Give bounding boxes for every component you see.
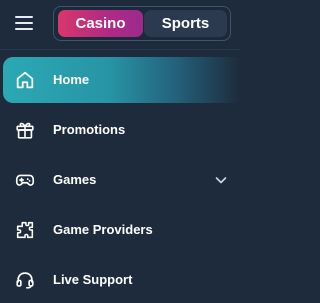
sidebar-item-games[interactable]: Games bbox=[3, 157, 240, 203]
sidebar-item-label: Home bbox=[53, 72, 90, 87]
headset-icon bbox=[16, 272, 34, 289]
sidebar-item-promotions[interactable]: Promotions bbox=[3, 107, 240, 153]
top-bar: Casino Sports bbox=[0, 0, 240, 48]
home-icon bbox=[16, 71, 34, 89]
puzzle-icon bbox=[16, 221, 34, 239]
sidebar-item-game-providers[interactable]: Game Providers bbox=[3, 207, 240, 253]
sidebar-item-label: Games bbox=[53, 172, 97, 187]
sidebar-item-label: Game Providers bbox=[53, 222, 153, 237]
gift-icon bbox=[16, 122, 34, 139]
casino-tab[interactable]: Casino bbox=[58, 10, 143, 37]
sports-tab[interactable]: Sports bbox=[144, 10, 227, 37]
header-divider bbox=[0, 49, 240, 50]
gamepad-icon bbox=[15, 174, 35, 186]
casino-sports-toggle: Casino Sports bbox=[53, 6, 231, 41]
sidebar-item-home[interactable]: Home bbox=[3, 57, 240, 103]
sidebar-item-label: Live Support bbox=[53, 272, 133, 287]
sidebar-item-label: Promotions bbox=[53, 122, 126, 137]
sidebar-item-live-support[interactable]: Live Support bbox=[3, 257, 240, 303]
hamburger-menu-icon[interactable] bbox=[15, 15, 33, 31]
chevron-down-icon[interactable] bbox=[215, 175, 227, 185]
